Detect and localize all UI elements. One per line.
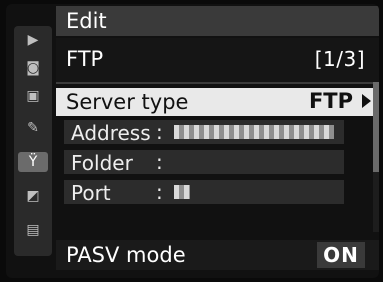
port-colon: : <box>156 180 163 204</box>
camera-menu-screen: ▶ ◙ ▣ ✎ Ÿ ◩ ▤ Edit FTP [1/3] Server type… <box>6 4 379 278</box>
port-label: Port <box>71 181 111 205</box>
pasv-mode-value: ON <box>317 242 365 268</box>
folder-row[interactable]: Folder : <box>64 150 344 175</box>
server-type-value: FTP <box>308 89 353 113</box>
folder-label: Folder <box>71 151 133 175</box>
menu-title: FTP <box>66 47 104 71</box>
pasv-mode-row[interactable]: PASV mode ON <box>56 240 379 270</box>
menu-subheader: FTP [1/3] <box>56 38 379 84</box>
pencil-icon[interactable]: ✎ <box>18 118 48 138</box>
playback-icon[interactable]: ▶ <box>18 30 48 50</box>
address-label: Address <box>71 121 151 145</box>
scrollbar-thumb[interactable] <box>373 82 379 172</box>
wrench-icon[interactable]: Ÿ <box>18 152 48 172</box>
recent-settings-icon[interactable]: ▤ <box>18 220 48 240</box>
camera-icon[interactable]: ◙ <box>18 58 48 78</box>
folder-colon: : <box>156 150 163 174</box>
chevron-right-icon <box>362 94 371 108</box>
header-title: Edit <box>66 9 107 33</box>
address-value-redacted <box>174 125 334 139</box>
page-indicator: [1/3] <box>314 47 365 71</box>
address-row[interactable]: Address : <box>64 120 344 145</box>
pasv-mode-label: PASV mode <box>66 243 186 267</box>
movie-icon[interactable]: ▣ <box>18 86 48 106</box>
retouch-icon[interactable]: ◩ <box>18 186 48 206</box>
server-type-label: Server type <box>66 90 189 114</box>
menu-header: Edit <box>56 6 379 36</box>
server-type-row[interactable]: Server type FTP <box>56 88 379 116</box>
port-row[interactable]: Port : <box>64 180 344 205</box>
port-value-redacted <box>174 185 190 199</box>
address-colon: : <box>156 120 163 144</box>
menu-sidebar: ▶ ◙ ▣ ✎ Ÿ ◩ ▤ <box>14 26 52 256</box>
